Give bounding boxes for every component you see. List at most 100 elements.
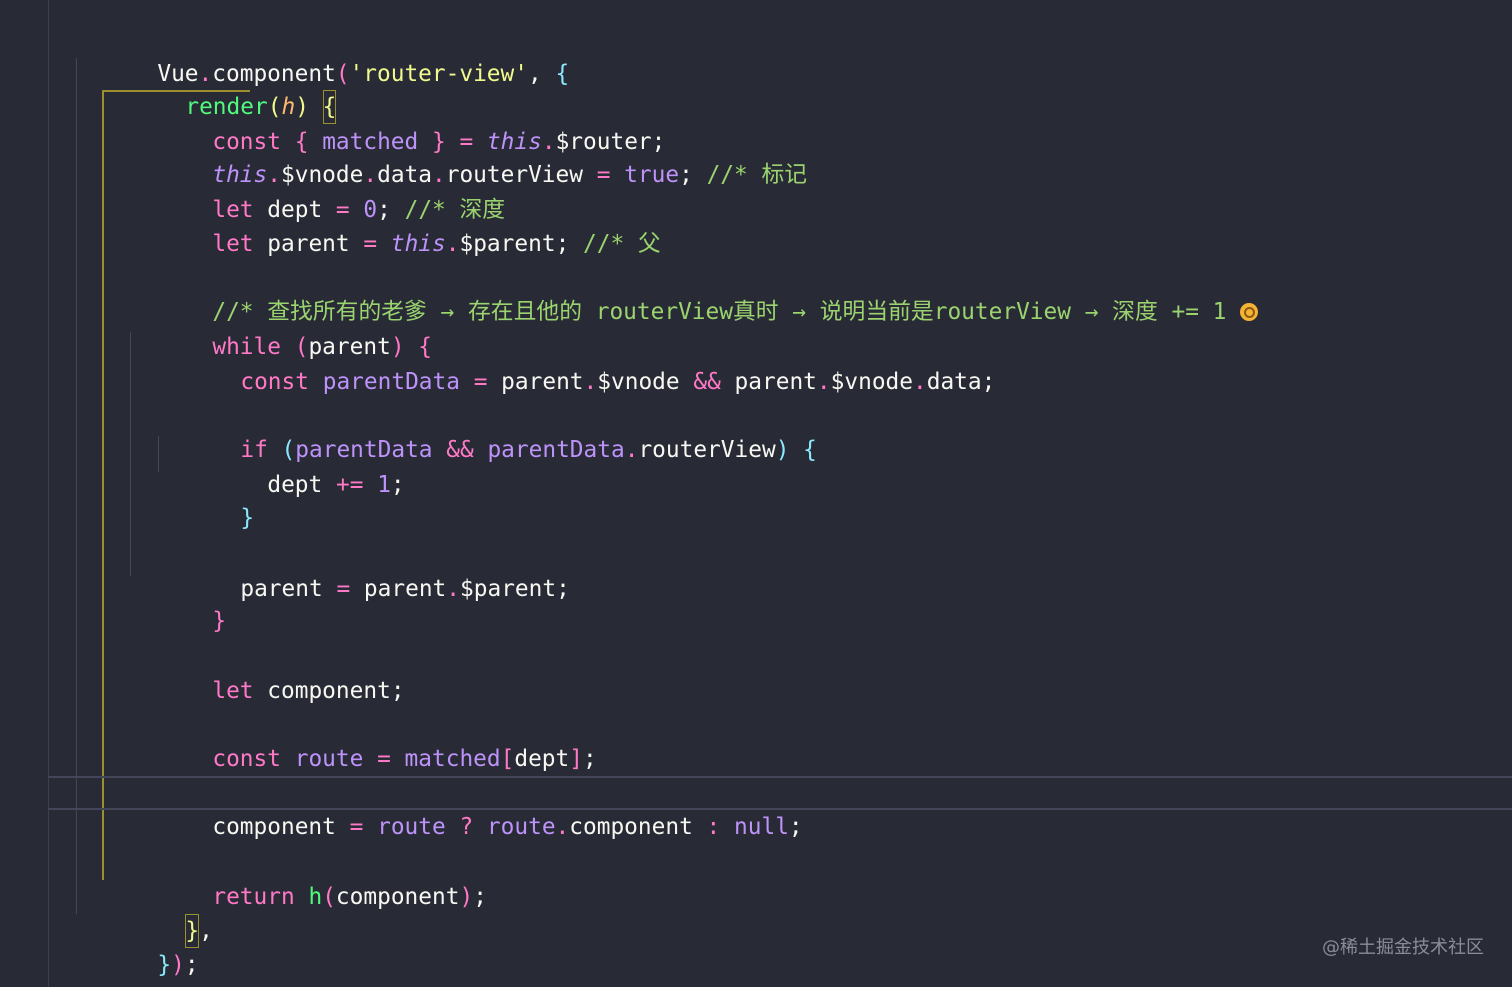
token: parent xyxy=(267,231,350,257)
token: ) xyxy=(775,437,790,463)
token: routerView xyxy=(638,437,776,463)
token: ) xyxy=(171,952,185,978)
token: ( xyxy=(322,884,336,910)
code-line: const parentData = parent.$vnode && pare… xyxy=(0,331,995,395)
token: += xyxy=(336,472,364,498)
token: . xyxy=(624,437,639,463)
token: parent xyxy=(734,369,817,395)
token: . xyxy=(913,369,927,395)
code-line: }); xyxy=(0,914,198,978)
token: data xyxy=(926,369,982,395)
code-line: const route = matched[dept]; xyxy=(0,708,596,772)
token: route xyxy=(294,746,364,772)
token: . xyxy=(555,814,570,840)
token: matched xyxy=(404,746,501,772)
token: 1 xyxy=(377,472,391,498)
token: 'router-view' xyxy=(349,61,528,87)
token: component xyxy=(212,814,336,840)
token: parent xyxy=(363,576,447,602)
code-line: Vue.component('router-view', { xyxy=(0,23,569,87)
token: = xyxy=(336,576,351,602)
token: . xyxy=(816,369,831,395)
token: && xyxy=(693,369,721,395)
code-line-current[interactable]: component = route ? route.component : nu… xyxy=(0,776,802,840)
token: dept xyxy=(267,472,323,498)
code-line: //* 查找所有的老爹 → 存在且他的 routerView真时 → 说明当前是… xyxy=(0,261,1259,325)
code-line: dept += 1; xyxy=(0,434,404,498)
token: component xyxy=(569,814,693,840)
token: const xyxy=(212,746,281,772)
token: let xyxy=(212,231,254,257)
token: $vnode xyxy=(830,369,913,395)
token: $parent xyxy=(460,576,557,602)
token: parentData xyxy=(322,369,460,395)
token: = xyxy=(473,369,488,395)
code-editor[interactable]: Vue.component('router-view', { render(h)… xyxy=(0,0,1512,987)
token: = xyxy=(363,231,378,257)
token: ? xyxy=(459,814,474,840)
token: : xyxy=(706,814,721,840)
code-line: } xyxy=(0,570,226,634)
token: $vnode xyxy=(597,369,680,395)
token: const xyxy=(240,369,309,395)
token: ( xyxy=(335,61,350,87)
code-line: let dept = 0; //* 深度 xyxy=(0,159,505,223)
code-line: this.$vnode.data.routerView = true; //* … xyxy=(0,124,807,188)
token: } xyxy=(212,608,227,634)
token: ; xyxy=(390,678,405,704)
token: parent xyxy=(501,369,584,395)
token: $parent xyxy=(459,231,556,257)
token: h xyxy=(308,884,323,910)
token: ] xyxy=(569,746,583,772)
token: ; xyxy=(679,162,693,188)
token: return xyxy=(212,884,295,910)
code-line: render(h) { xyxy=(0,56,337,124)
token: null xyxy=(734,814,789,840)
token: ; xyxy=(583,746,597,772)
comment: //* 标记 xyxy=(706,162,808,188)
token: true xyxy=(624,162,680,188)
token: ) xyxy=(459,884,474,910)
token: ; xyxy=(390,472,405,498)
token: parentData xyxy=(487,437,625,463)
token: ; xyxy=(556,576,570,602)
code-line: parent = parent.$parent; xyxy=(0,538,569,602)
code-line: let parent = this.$parent; //* 父 xyxy=(0,193,660,257)
token: = xyxy=(377,746,391,772)
token: && xyxy=(446,437,474,463)
token: . xyxy=(583,369,598,395)
ok-hand-icon xyxy=(1240,303,1259,321)
token: this xyxy=(390,231,446,257)
token: . xyxy=(445,231,460,257)
code-line: while (parent) { xyxy=(0,296,432,360)
token: } xyxy=(240,505,255,531)
token: parent xyxy=(240,576,323,602)
token: route xyxy=(486,814,556,840)
token: let xyxy=(212,678,254,704)
token: ; xyxy=(788,814,803,840)
code-line: if (parentData && parentData.routerView)… xyxy=(0,399,817,463)
code-line: const { matched } = this.$router; xyxy=(0,91,665,155)
token: ; xyxy=(555,231,570,257)
token: ; xyxy=(981,369,996,395)
code-line: let component; xyxy=(0,640,404,704)
token: ; xyxy=(184,952,199,978)
token: dept xyxy=(514,746,570,772)
token: , xyxy=(199,918,213,944)
comment: //* 父 xyxy=(583,231,661,257)
token: = xyxy=(596,162,611,188)
token: , xyxy=(527,61,542,87)
code-line: }, xyxy=(0,880,213,948)
token: { xyxy=(555,61,570,87)
token: route xyxy=(377,814,446,840)
token: ; xyxy=(473,884,487,910)
token: component xyxy=(267,678,391,704)
code-line: } xyxy=(0,467,254,531)
active-indent-guide xyxy=(102,90,104,880)
token: = xyxy=(349,814,364,840)
token: { xyxy=(803,437,817,463)
token: . xyxy=(446,576,461,602)
token: [ xyxy=(500,746,515,772)
token: } xyxy=(157,952,172,978)
watermark: @稀土掘金技术社区 xyxy=(1322,937,1484,958)
